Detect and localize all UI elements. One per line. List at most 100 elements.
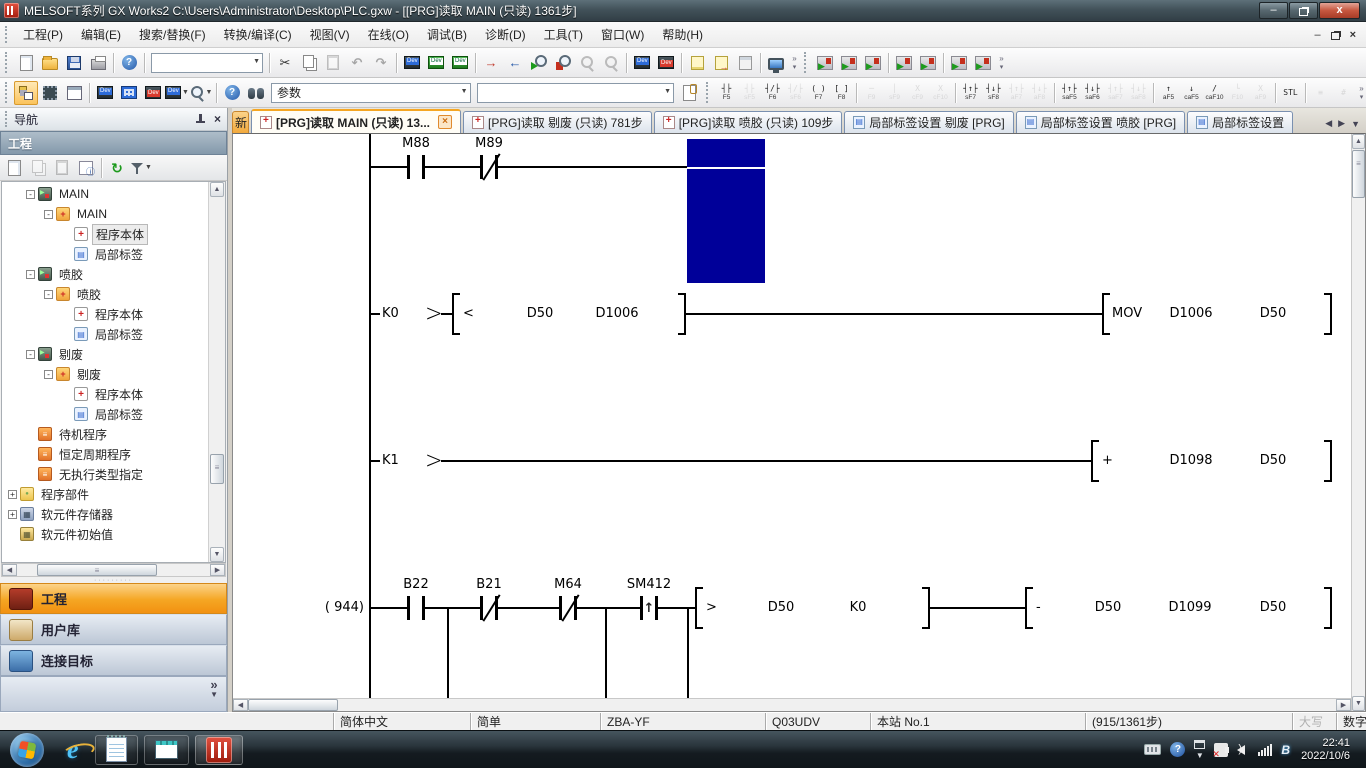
monitor-stop-icon[interactable] [551,51,575,75]
mdi-restore-icon[interactable] [1331,32,1340,40]
ladder-symbol-F9-button[interactable]: ─F9 [860,80,883,106]
tab-menu-icon[interactable]: ▼ [1351,119,1360,129]
menu-item-7[interactable]: 调试(B) [418,23,476,46]
forced-io-icon[interactable] [916,51,940,75]
device-display-icon[interactable]: ▼ [165,81,189,105]
new-project-icon[interactable] [14,51,38,75]
undo-icon[interactable]: ↶ [345,51,369,75]
device-memory-edit-icon[interactable] [117,81,141,105]
nav-button-用户库[interactable]: 用户库 [0,614,227,645]
tree-item-待机程序[interactable]: 待机程序 [2,424,208,444]
device-comment-icon[interactable] [400,51,424,75]
project-tree-view-icon[interactable] [14,81,38,105]
device-monitor-icon[interactable] [424,51,448,75]
tab-close-icon[interactable]: × [438,115,452,129]
scrollbar-thumb[interactable] [248,699,338,711]
document-tab-5[interactable]: 局部标签设置 剔废 [PRG] [844,111,1013,133]
device-hotkey-icon[interactable] [448,51,472,75]
collapse-icon[interactable]: - [26,350,35,359]
sampling-trace-icon[interactable] [947,51,971,75]
write-to-plc-icon[interactable]: → [479,51,503,75]
step-execution-icon[interactable] [813,51,837,75]
maximize-restore-button[interactable] [1289,2,1318,19]
tab-scroll-left-icon[interactable]: ◀ [1325,118,1332,129]
page-setup-icon[interactable] [677,81,701,105]
tree-item-软元件初始值[interactable]: 软元件初始值 [2,524,208,544]
notepad-task-button[interactable] [95,735,138,765]
read-from-plc-icon[interactable]: ← [503,51,527,75]
volume-icon[interactable] [1237,745,1245,755]
help-icon[interactable]: ? [117,51,141,75]
menu-item-10[interactable]: 窗口(W) [592,23,653,46]
tree-item-剔废[interactable]: -剔废 [2,344,208,364]
toolbar-overflow-icon[interactable] [790,51,799,75]
editor-horizontal-scrollbar[interactable]: ◀ ▶ [233,698,1351,711]
device-batch-read-icon[interactable] [630,51,654,75]
dropdown-caret-icon[interactable]: ▼ [145,164,152,171]
expand-icon[interactable]: + [8,490,17,499]
scroll-up-icon[interactable]: ▲ [210,182,224,197]
cut-icon[interactable]: ✂ [273,51,297,75]
zoom-search-icon[interactable]: ▼ [189,81,213,105]
collapse-icon[interactable]: - [44,290,53,299]
menu-item-11[interactable]: 帮助(H) [653,23,712,46]
start-button[interactable] [10,733,44,767]
ladder-symbol-F7-button[interactable]: ( )F7 [807,80,830,106]
internet-explorer-icon[interactable]: e [57,735,89,765]
tree-item-局部标签[interactable]: 局部标签 [2,244,208,264]
breakpoint-icon[interactable] [837,51,861,75]
menu-item-8[interactable]: 诊断(D) [476,23,535,46]
scrollbar-thumb[interactable]: ≡ [37,564,157,576]
monitor-pause-icon[interactable] [575,51,599,75]
tree-item-MAIN[interactable]: -MAIN [2,204,208,224]
monitor-start-icon[interactable] [527,51,551,75]
expand-icon[interactable]: + [8,510,17,519]
tree-item-局部标签[interactable]: 局部标签 [2,404,208,424]
minimize-button[interactable]: – [1259,2,1288,19]
pulse-execution-icon[interactable] [861,51,885,75]
ladder-symbol-saF5-button[interactable]: ┤↑├saF5 [1058,80,1081,106]
scroll-down-icon[interactable]: ▼ [210,547,224,562]
ladder-symbol-F5-button[interactable]: ┤├F5 [715,80,738,106]
editor-vertical-scrollbar[interactable]: ▲ ▼ [1351,134,1365,711]
selection-cursor-block[interactable] [687,139,765,283]
device-comment-edit-icon[interactable] [93,81,117,105]
watch-window-icon[interactable] [892,51,916,75]
paste-icon[interactable] [321,51,345,75]
nav-refresh-icon[interactable]: ↻ [105,156,129,180]
toolbar-overflow-icon[interactable] [1357,81,1366,105]
tree-item-程序部件[interactable]: +程序部件 [2,484,208,504]
print-icon[interactable] [86,51,110,75]
nav-button-工程[interactable]: 工程 [0,583,227,614]
tree-item-无执行类型指定[interactable]: 无执行类型指定 [2,464,208,484]
scroll-down-icon[interactable]: ▼ [1352,696,1365,711]
context-help-icon[interactable]: ? [220,81,244,105]
collapse-icon[interactable]: - [26,190,35,199]
menu-item-3[interactable]: 搜索/替换(F) [130,23,215,46]
nav-new-icon[interactable] [2,156,26,180]
toolbar-overflow-icon[interactable] [997,51,1006,75]
ladder-symbol-cF10-button[interactable]: XcF10 [929,80,952,106]
ladder-symbol-saF8-button[interactable]: ┤↓├saF8 [1127,80,1150,106]
hidden-window-icon[interactable] [1194,740,1205,749]
document-tab-7[interactable]: 局部标签设置 [1187,111,1293,133]
tree-item-恒定周期程序[interactable]: 恒定周期程序 [2,444,208,464]
device-batch-edit-icon[interactable] [141,81,165,105]
title-bar[interactable]: MELSOFT系列 GX Works2 C:\Users\Administrat… [0,0,1366,22]
input-method-icon[interactable] [1144,744,1161,755]
ladder-symbol-sF9-button[interactable]: │sF9 [883,80,906,106]
nav-sort-icon[interactable] [74,156,98,180]
mdi-minimize-icon[interactable]: – [1314,29,1320,41]
ladder-symbol-aF8-button[interactable]: ┤↓├aF8 [1028,80,1051,106]
taskbar-clock[interactable]: 22:41 2022/10/6 [1299,737,1358,763]
open-project-icon[interactable] [38,51,62,75]
document-tab-3[interactable]: [PRG]读取 剔废 (只读) 781步 [463,111,652,133]
scroll-up-icon[interactable]: ▲ [1352,134,1365,149]
find-icon[interactable] [244,81,268,105]
gx-works2-task-button[interactable] [195,735,243,765]
statement-icon[interactable] [685,51,709,75]
tree-item-程序本体[interactable]: 程序本体 [2,224,208,244]
nav-paste-icon[interactable] [50,156,74,180]
ladder-symbol-F6-button[interactable]: ┤/├F6 [761,80,784,106]
nav-copy-icon[interactable] [26,156,50,180]
